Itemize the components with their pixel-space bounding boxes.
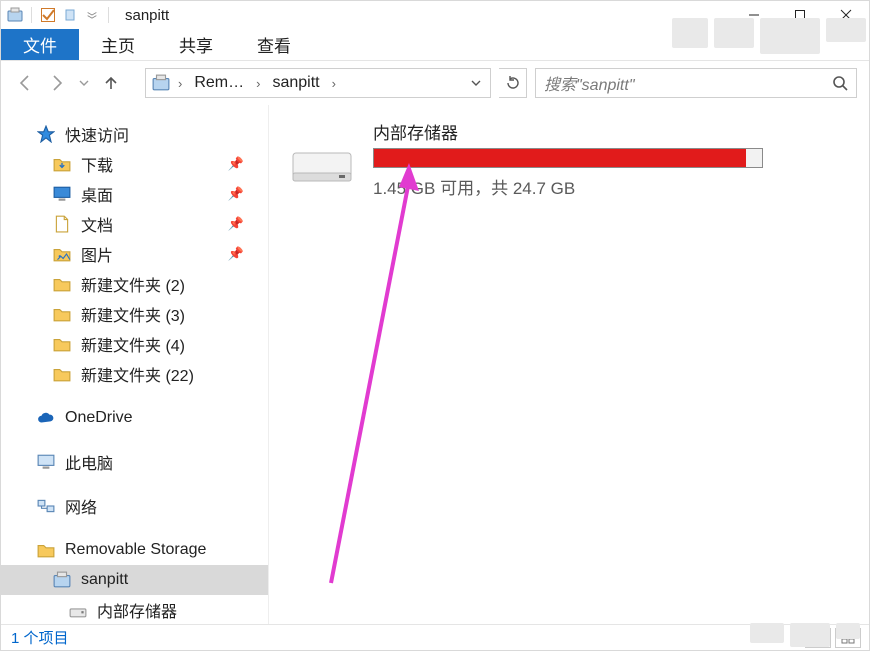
quick-access-node[interactable]: 快速访问: [1, 119, 268, 149]
address-bar[interactable]: › Rem… › sanpitt ›: [145, 68, 491, 98]
tree-label: 图片: [81, 242, 113, 266]
nav-pane: 快速访问 下载 📌 桌面 📌 文档 📌 图片 📌: [1, 105, 269, 624]
pin-icon: 📌: [228, 186, 244, 202]
sidebar-item-device[interactable]: sanpitt: [1, 565, 268, 595]
tree-label: 桌面: [81, 182, 113, 206]
pin-icon: 📌: [228, 216, 244, 232]
search-placeholder: 搜索"sanpitt": [544, 71, 832, 95]
search-input[interactable]: 搜索"sanpitt": [535, 68, 857, 98]
folder-icon: [53, 155, 71, 173]
tree-label: 下载: [81, 152, 113, 176]
disk-icon: [69, 601, 87, 619]
pin-icon: 📌: [228, 246, 244, 262]
quickaccess-checkbox-icon[interactable]: [40, 7, 56, 23]
sidebar-item-internal-storage[interactable]: 内部存储器: [1, 595, 268, 624]
maximize-button[interactable]: [777, 1, 823, 29]
tree-label: 内部存储器: [97, 598, 177, 622]
drive-name: 内部存储器: [373, 119, 849, 144]
forward-button[interactable]: [45, 71, 69, 95]
tab-share[interactable]: 共享: [157, 29, 235, 60]
tree-label: 网络: [65, 494, 97, 518]
tree-label: 快速访问: [65, 122, 129, 146]
sidebar-item-folder[interactable]: 新建文件夹 (2): [1, 269, 268, 299]
document-icon: [53, 215, 71, 233]
desktop-icon: [53, 185, 71, 203]
search-icon: [832, 75, 848, 91]
onedrive-node[interactable]: OneDrive: [1, 403, 268, 433]
tab-home[interactable]: 主页: [79, 29, 157, 60]
device-icon: [152, 74, 170, 92]
breadcrumb-separator[interactable]: ›: [328, 76, 340, 91]
tree-label: OneDrive: [65, 409, 133, 427]
address-dropdown-button[interactable]: [466, 78, 486, 88]
tree-label: 此电脑: [65, 450, 113, 474]
this-pc-node[interactable]: 此电脑: [1, 447, 268, 477]
ribbon: 文件 主页 共享 查看: [1, 29, 869, 61]
removable-storage-node[interactable]: Removable Storage: [1, 535, 268, 565]
up-button[interactable]: [99, 71, 123, 95]
pc-icon: [37, 453, 55, 471]
drive-usage-text: 1.45 GB 可用，共 24.7 GB: [373, 174, 849, 199]
nav-row: › Rem… › sanpitt › 搜索"sanpitt": [1, 61, 869, 105]
pin-icon: 📌: [228, 156, 244, 172]
quickaccess-folder-icon[interactable]: [62, 7, 78, 23]
breadcrumb-separator[interactable]: ›: [252, 76, 264, 91]
tree-label: 新建文件夹 (2): [81, 272, 185, 296]
breadcrumb-item[interactable]: sanpitt: [268, 74, 323, 92]
tree-label: 文档: [81, 212, 113, 236]
sidebar-item-folder[interactable]: 新建文件夹 (3): [1, 299, 268, 329]
sidebar-item-downloads[interactable]: 下载 📌: [1, 149, 268, 179]
folder-icon: [37, 541, 55, 559]
drive-usage-bar: [373, 148, 763, 168]
sidebar-item-documents[interactable]: 文档 📌: [1, 209, 268, 239]
titlebar: sanpitt: [1, 1, 869, 29]
network-node[interactable]: 网络: [1, 491, 268, 521]
network-icon: [37, 497, 55, 515]
folder-icon: [53, 275, 71, 293]
status-bar: 1 个项目: [1, 624, 869, 650]
folder-icon: [53, 335, 71, 353]
pictures-icon: [53, 245, 71, 263]
tree-label: 新建文件夹 (4): [81, 332, 185, 356]
content-pane[interactable]: 内部存储器 1.45 GB 可用，共 24.7 GB: [269, 105, 869, 624]
sidebar-item-folder[interactable]: 新建文件夹 (22): [1, 359, 268, 389]
sidebar-item-folder[interactable]: 新建文件夹 (4): [1, 329, 268, 359]
status-item-count: 1 个项目: [11, 627, 69, 648]
minimize-button[interactable]: [731, 1, 777, 29]
breadcrumb-separator[interactable]: ›: [174, 76, 186, 91]
breadcrumb-item[interactable]: Rem…: [190, 74, 248, 92]
tree-label: 新建文件夹 (3): [81, 302, 185, 326]
sidebar-item-desktop[interactable]: 桌面 📌: [1, 179, 268, 209]
folder-icon: [53, 365, 71, 383]
tree-label: sanpitt: [81, 571, 128, 589]
device-icon: [53, 571, 71, 589]
star-icon: [37, 125, 55, 143]
tree-label: 新建文件夹 (22): [81, 362, 194, 386]
app-icon: [7, 7, 23, 23]
close-button[interactable]: [823, 1, 869, 29]
annotation-arrow: [321, 163, 441, 593]
drive-item[interactable]: 内部存储器 1.45 GB 可用，共 24.7 GB: [289, 119, 849, 199]
window-title: sanpitt: [125, 7, 169, 24]
tree-label: Removable Storage: [65, 541, 206, 559]
view-details-button[interactable]: [805, 628, 831, 648]
view-large-icons-button[interactable]: [835, 628, 861, 648]
quickaccess-dropdown-icon[interactable]: [84, 7, 100, 23]
sidebar-item-pictures[interactable]: 图片 📌: [1, 239, 268, 269]
back-button[interactable]: [13, 71, 37, 95]
tab-view[interactable]: 查看: [235, 29, 313, 60]
tab-file[interactable]: 文件: [1, 29, 79, 60]
cloud-icon: [37, 409, 55, 427]
folder-icon: [53, 305, 71, 323]
refresh-button[interactable]: [499, 68, 527, 98]
disk-icon: [289, 135, 355, 187]
recent-locations-button[interactable]: [77, 71, 91, 95]
